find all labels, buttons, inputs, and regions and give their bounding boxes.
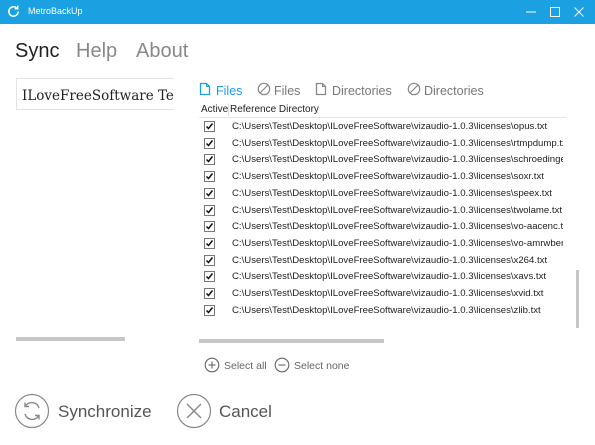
checkmark-icon [205, 307, 214, 314]
tab-label: Directories [424, 84, 484, 98]
table-row[interactable]: C:\Users\Test\Desktop\ILoveFreeSoftware\… [199, 236, 563, 252]
menu-about[interactable]: About [136, 40, 188, 63]
window-title: MetroBackUp [28, 6, 83, 16]
minimize-icon[interactable] [520, 1, 542, 23]
table-row[interactable]: C:\Users\Test\Desktop\ILoveFreeSoftware\… [199, 303, 563, 319]
menu-help[interactable]: Help [76, 40, 117, 63]
active-checkbox[interactable] [204, 238, 215, 249]
column-header-active[interactable]: Active [201, 104, 228, 115]
plus-circle-icon [204, 357, 220, 373]
active-checkbox[interactable] [204, 221, 215, 232]
document-icon [315, 82, 327, 96]
active-checkbox[interactable] [204, 171, 215, 182]
checkmark-icon [205, 123, 214, 130]
maximize-icon[interactable] [544, 1, 566, 23]
reference-path: C:\Users\Test\Desktop\ILoveFreeSoftware\… [232, 154, 563, 165]
synchronize-label: Synchronize [58, 402, 152, 421]
title-bar: MetroBackUp [0, 0, 595, 24]
active-checkbox[interactable] [204, 271, 215, 282]
tab-label: Files [216, 84, 243, 98]
table-row[interactable]: C:\Users\Test\Desktop\ILoveFreeSoftware\… [199, 219, 563, 235]
table-horizontal-scrollbar[interactable] [199, 339, 384, 343]
active-checkbox[interactable] [204, 288, 215, 299]
reference-path: C:\Users\Test\Desktop\ILoveFreeSoftware\… [232, 305, 541, 316]
table-row[interactable]: C:\Users\Test\Desktop\ILoveFreeSoftware\… [199, 269, 563, 285]
checkmark-icon [205, 223, 214, 230]
checkmark-icon [205, 207, 214, 214]
app-sync-icon [8, 5, 19, 17]
reference-path: C:\Users\Test\Desktop\ILoveFreeSoftware\… [232, 288, 544, 299]
active-checkbox[interactable] [204, 205, 215, 216]
table-row[interactable]: C:\Users\Test\Desktop\ILoveFreeSoftware\… [199, 169, 563, 185]
checkmark-icon [205, 156, 214, 163]
reference-path: C:\Users\Test\Desktop\ILoveFreeSoftware\… [232, 205, 563, 216]
checkmark-icon [205, 140, 214, 147]
table-row[interactable]: C:\Users\Test\Desktop\ILoveFreeSoftware\… [199, 286, 563, 302]
checkmark-icon [205, 190, 214, 197]
checkmark-icon [205, 173, 214, 180]
sync-icon [14, 393, 50, 429]
active-checkbox[interactable] [204, 188, 215, 199]
table-row[interactable]: C:\Users\Test\Desktop\ILoveFreeSoftware\… [199, 152, 563, 168]
select-none-label: Select none [294, 360, 350, 372]
active-checkbox[interactable] [204, 121, 215, 132]
column-separator [228, 103, 229, 116]
blocked-icon [257, 82, 271, 96]
blocked-icon [407, 82, 421, 96]
sync-job-list-item[interactable]: ILoveFreeSoftware Test F [16, 78, 174, 110]
select-all-label: Select all [224, 360, 267, 372]
reference-path: C:\Users\Test\Desktop\ILoveFreeSoftware\… [232, 188, 552, 199]
checkmark-icon [205, 290, 214, 297]
table-row[interactable]: C:\Users\Test\Desktop\ILoveFreeSoftware\… [199, 203, 563, 219]
reference-path: C:\Users\Test\Desktop\ILoveFreeSoftware\… [232, 255, 548, 266]
tab-label: Files [274, 84, 301, 98]
column-header-reference-directory[interactable]: Reference Directory [230, 104, 319, 115]
tab-label: Directories [332, 84, 392, 98]
minus-circle-icon [274, 357, 290, 373]
left-horizontal-scrollbar[interactable] [16, 337, 125, 341]
reference-path: C:\Users\Test\Desktop\ILoveFreeSoftware\… [232, 121, 548, 132]
document-icon [199, 82, 211, 96]
active-checkbox[interactable] [204, 305, 215, 316]
header-divider [199, 117, 567, 118]
checkmark-icon [205, 257, 214, 264]
close-icon[interactable] [568, 1, 590, 23]
reference-path: C:\Users\Test\Desktop\ILoveFreeSoftware\… [232, 271, 547, 282]
table-row[interactable]: C:\Users\Test\Desktop\ILoveFreeSoftware\… [199, 186, 563, 202]
table-row[interactable]: C:\Users\Test\Desktop\ILoveFreeSoftware\… [199, 136, 563, 152]
table-row[interactable]: C:\Users\Test\Desktop\ILoveFreeSoftware\… [199, 253, 563, 269]
cancel-label: Cancel [219, 402, 272, 421]
active-checkbox[interactable] [204, 255, 215, 266]
close-circle-icon [176, 393, 212, 429]
table-row[interactable]: C:\Users\Test\Desktop\ILoveFreeSoftware\… [199, 119, 563, 135]
table-vertical-scrollbar[interactable] [576, 270, 579, 328]
reference-path: C:\Users\Test\Desktop\ILoveFreeSoftware\… [232, 238, 563, 249]
reference-path: C:\Users\Test\Desktop\ILoveFreeSoftware\… [232, 221, 563, 232]
reference-path: C:\Users\Test\Desktop\ILoveFreeSoftware\… [232, 138, 563, 149]
active-checkbox[interactable] [204, 138, 215, 149]
active-checkbox[interactable] [204, 154, 215, 165]
checkmark-icon [205, 273, 214, 280]
checkmark-icon [205, 240, 214, 247]
reference-path: C:\Users\Test\Desktop\ILoveFreeSoftware\… [232, 171, 544, 182]
menu-sync[interactable]: Sync [15, 40, 59, 63]
